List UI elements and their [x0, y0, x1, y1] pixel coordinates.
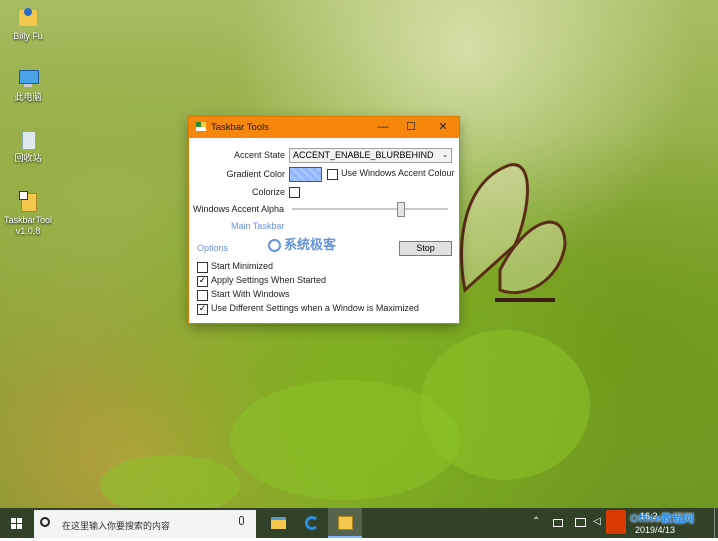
cortana-icon	[40, 517, 50, 527]
volume-icon[interactable]: ◁	[593, 516, 601, 527]
use-windows-accent-checkbox[interactable]	[327, 169, 338, 180]
windows-logo-icon	[11, 518, 22, 529]
accent-state-dropdown[interactable]: ACCENT_ENABLE_BLURBEHIND ⌄	[289, 148, 452, 163]
main-taskbar-link[interactable]: Main Taskbar	[231, 221, 284, 231]
desktop-icon-label: 回收站	[14, 153, 42, 163]
start-button[interactable]	[0, 508, 34, 538]
folder-icon	[271, 517, 286, 529]
taskbartool-app-icon	[17, 190, 39, 212]
different-settings-checkbox[interactable]: ✓	[197, 304, 208, 315]
desktop-icon-taskbartool[interactable]: TaskbarTool v1.0.8	[1, 190, 55, 237]
show-desktop-button[interactable]	[714, 508, 718, 538]
colorize-checkbox[interactable]	[289, 187, 300, 198]
taskbartool-app-icon	[338, 516, 353, 530]
taskbar-taskbartool[interactable]	[328, 508, 362, 538]
taskbar-file-explorer[interactable]	[262, 508, 296, 538]
checkmark-icon: ✓	[198, 304, 207, 314]
office-tutorial-watermark: Office教程网	[630, 513, 695, 525]
chevron-up-icon[interactable]: ⌃	[532, 516, 540, 527]
search-placeholder: 在这里输入你要搜索的内容	[62, 521, 171, 531]
watermark-logo-icon	[268, 239, 281, 252]
desktop-icon-this-pc[interactable]: 此电脑	[1, 67, 55, 103]
gradient-color-label: Gradient Color	[226, 169, 285, 179]
different-settings-label: Use Different Settings when a Window is …	[211, 303, 419, 313]
start-minimized-label: Start Minimized	[211, 261, 274, 271]
start-with-windows-label: Start With Windows	[211, 289, 290, 299]
fern-leaf-decoration	[420, 330, 590, 480]
options-link[interactable]: Options	[197, 243, 228, 253]
chevron-down-icon: ⌄	[442, 152, 448, 159]
microphone-icon	[239, 516, 244, 525]
checkmark-icon: ✓	[198, 276, 207, 286]
watermark-text: 系统极客	[284, 238, 337, 253]
maximize-button[interactable]: ☐	[395, 117, 427, 138]
stop-button[interactable]: Stop	[399, 241, 452, 256]
butterfly-decoration	[459, 163, 567, 302]
user-folder-icon	[17, 6, 39, 28]
desktop-icon-label: Billy Fu	[13, 31, 43, 41]
desktop-icon-recycle-bin[interactable]: 回收站	[1, 128, 55, 164]
start-with-windows-checkbox[interactable]	[197, 290, 208, 301]
close-button[interactable]: ✕	[427, 117, 459, 138]
start-minimized-checkbox[interactable]	[197, 262, 208, 273]
network-icon[interactable]	[575, 518, 586, 527]
taskbar-edge[interactable]	[295, 508, 329, 538]
alpha-slider-track[interactable]	[292, 208, 448, 210]
office-icon	[606, 510, 626, 534]
site-watermark: 系统极客	[268, 234, 336, 253]
apply-settings-label: Apply Settings When Started	[211, 275, 327, 285]
fern-leaf-decoration	[100, 455, 240, 515]
taskbar-search-box[interactable]: 在这里输入你要搜索的内容	[34, 510, 256, 538]
colorize-label: Colorize	[251, 187, 285, 197]
accent-state-value: ACCENT_ENABLE_BLURBEHIND	[293, 150, 434, 160]
gradient-color-swatch[interactable]	[289, 167, 322, 182]
app-icon	[196, 122, 207, 132]
desktop-icon-label: TaskbarTool v1.0.8	[3, 215, 53, 236]
accent-state-label: Accent State	[233, 150, 285, 160]
edge-icon	[305, 516, 319, 530]
recycle-bin-icon	[17, 128, 39, 150]
windows-accent-alpha-label: Windows Accent Alpha	[193, 204, 285, 214]
window-title-bar[interactable]: Taskbar Tools — ☐ ✕	[189, 117, 459, 138]
desktop-icon-user-folder[interactable]: Billy Fu	[1, 6, 55, 42]
apply-settings-checkbox[interactable]: ✓	[197, 276, 208, 287]
battery-icon[interactable]	[553, 519, 563, 527]
window-title: Taskbar Tools	[211, 122, 269, 133]
use-windows-accent-label: Use Windows Accent Colour	[341, 168, 455, 178]
desktop-icon-label: 此电脑	[14, 92, 42, 102]
clock-date[interactable]: 2019/4/13	[635, 525, 675, 535]
alpha-slider-thumb[interactable]	[397, 202, 405, 217]
computer-icon	[17, 67, 39, 89]
